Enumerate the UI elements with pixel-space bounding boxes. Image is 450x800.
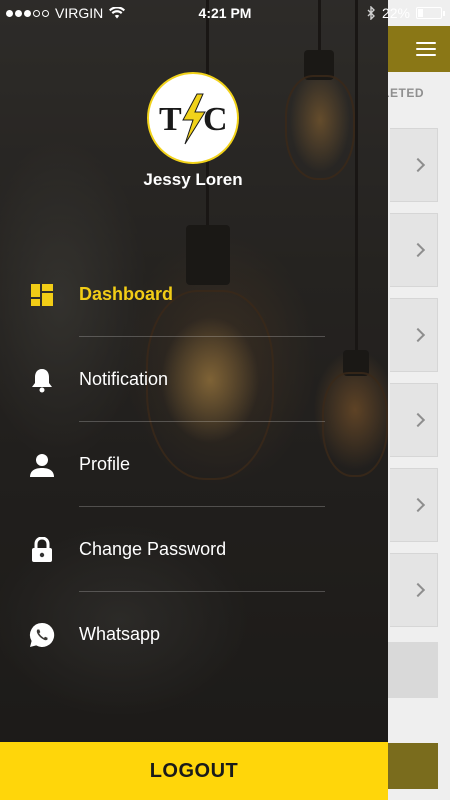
menu-item-label: Change Password <box>79 539 227 559</box>
chevron-right-icon <box>410 412 426 428</box>
tc-logo: T C <box>159 93 228 145</box>
drawer-menu: Dashboard Notification Profile Change Pa… <box>0 252 388 677</box>
bell-icon <box>28 366 56 394</box>
menu-item-label: Notification <box>79 369 169 389</box>
main-topbar <box>388 26 450 72</box>
list-card[interactable] <box>390 468 438 542</box>
menu-item-whatsapp[interactable]: Whatsapp <box>0 592 388 677</box>
battery-icon <box>416 7 445 19</box>
lock-icon <box>28 536 56 564</box>
list-card[interactable] <box>390 128 438 202</box>
svg-text:T: T <box>159 101 182 138</box>
content-strip <box>388 642 438 698</box>
menu-item-profile[interactable]: Profile <box>0 422 388 507</box>
battery-percent: 22% <box>381 5 410 21</box>
list-card[interactable] <box>390 213 438 287</box>
menu-item-label: Whatsapp <box>79 624 161 644</box>
main-bottom-button[interactable] <box>388 743 438 789</box>
tab-completed-partial[interactable]: LETED <box>388 78 450 108</box>
status-bar: VIRGIN 4:21 PM 22% <box>0 0 450 26</box>
list-card[interactable] <box>390 553 438 627</box>
menu-item-dashboard[interactable]: Dashboard <box>0 252 388 337</box>
whatsapp-icon <box>28 621 56 649</box>
chevron-right-icon <box>410 497 426 513</box>
menu-item-change-password[interactable]: Change Password <box>0 507 388 592</box>
chevron-right-icon <box>410 242 426 258</box>
list-card[interactable] <box>390 383 438 457</box>
list-card[interactable] <box>390 298 438 372</box>
menu-item-label: Dashboard <box>79 284 174 304</box>
menu-item-label: Profile <box>79 454 131 474</box>
bluetooth-icon <box>367 6 375 20</box>
chevron-right-icon <box>410 327 426 343</box>
avatar[interactable]: T C <box>147 72 239 164</box>
user-name: Jessy Loren <box>143 170 243 189</box>
logout-button[interactable]: LOGOUT <box>0 742 388 800</box>
menu-item-notification[interactable]: Notification <box>0 337 388 422</box>
chevron-right-icon <box>410 582 426 598</box>
hamburger-menu-icon[interactable] <box>416 42 436 56</box>
svg-text:C: C <box>203 101 228 138</box>
person-icon <box>28 451 56 479</box>
chevron-right-icon <box>410 157 426 173</box>
dashboard-icon <box>28 281 56 309</box>
